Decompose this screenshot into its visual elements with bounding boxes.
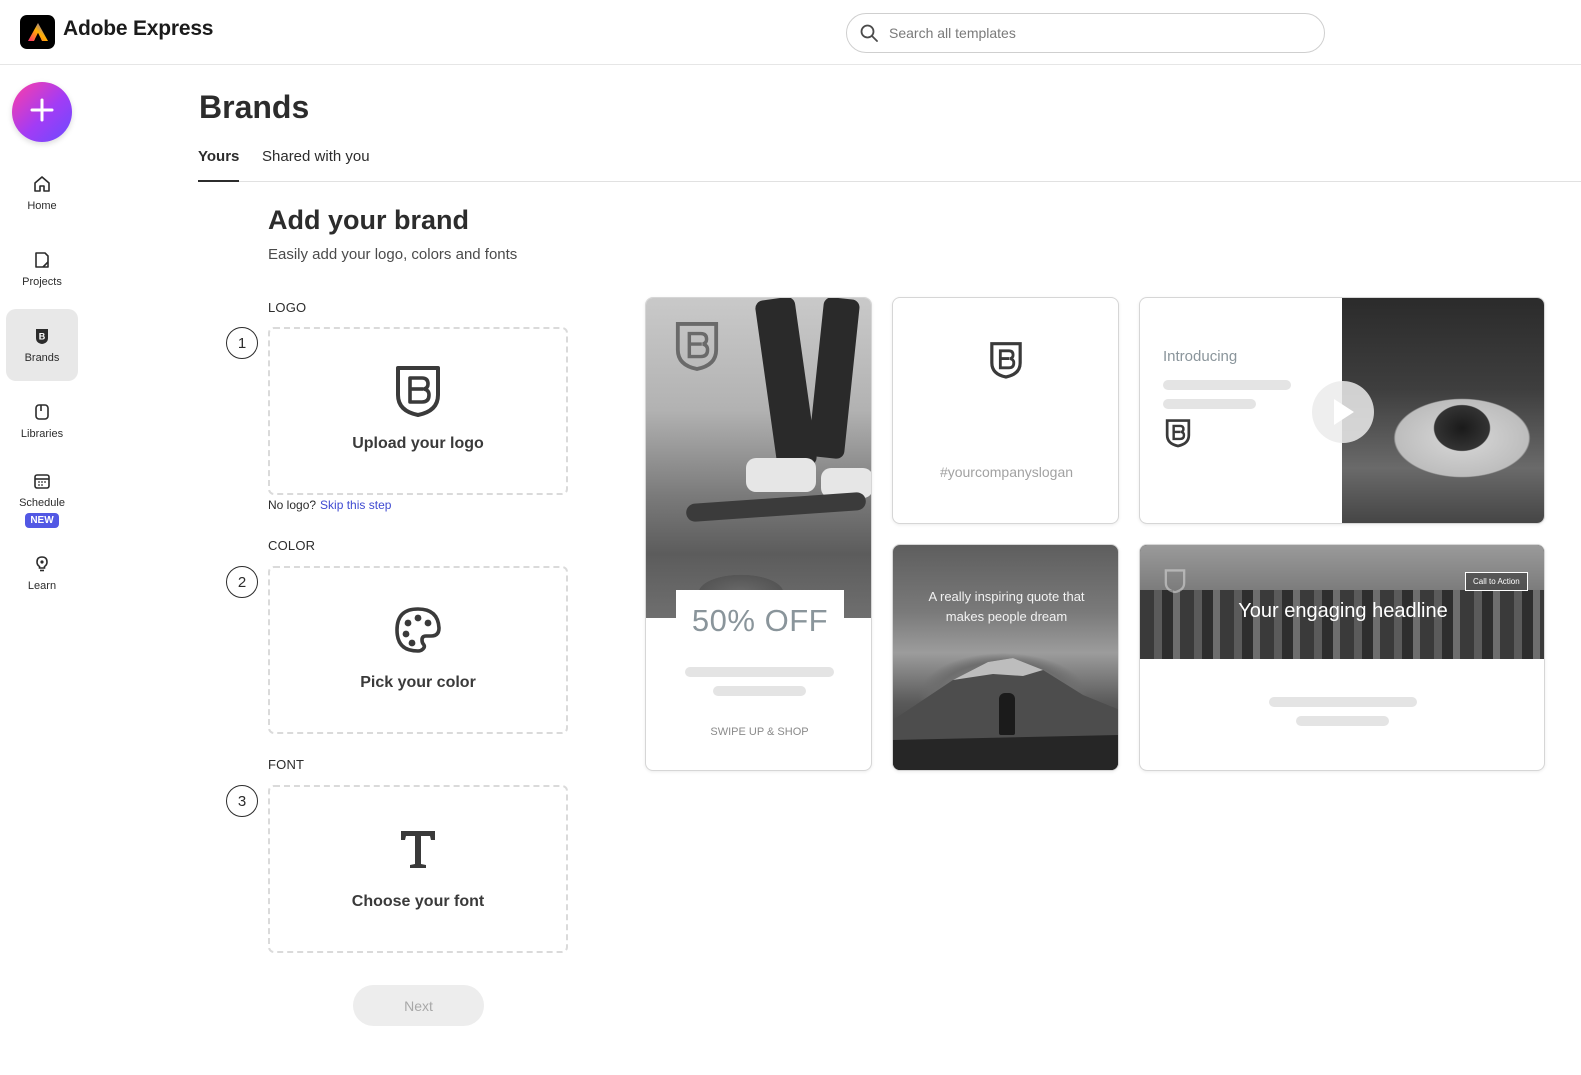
rail-item-home[interactable]: Home: [6, 157, 78, 229]
brands-icon: B: [32, 326, 52, 346]
svg-text:B: B: [39, 332, 46, 342]
step-label-color: COLOR: [268, 538, 316, 553]
step-label-font: FONT: [268, 757, 305, 772]
offer-text: 50% OFF: [691, 603, 829, 638]
step-number-3: 3: [226, 785, 258, 817]
preview-card-video: Introducing: [1139, 297, 1545, 524]
lightbulb-icon: [32, 554, 52, 574]
tab-yours[interactable]: Yours: [198, 148, 240, 182]
rail-item-projects[interactable]: Projects: [6, 233, 78, 305]
upload-logo-label: Upload your logo: [352, 435, 484, 452]
pick-color-label: Pick your color: [360, 674, 476, 691]
font-t-icon: [393, 823, 443, 875]
swipe-text: SWIPE UP & SHOP: [710, 726, 809, 738]
rail-item-label: Projects: [22, 276, 62, 288]
placeholder-line: [685, 667, 834, 677]
palette-icon: [393, 604, 443, 656]
search-input[interactable]: [889, 25, 1289, 41]
tab-shared-with-you[interactable]: Shared with you: [262, 148, 370, 180]
slogan-text: #yourcompanyslogan: [939, 464, 1074, 480]
rail-item-label: Libraries: [20, 428, 64, 440]
placeholder-line: [1269, 697, 1417, 707]
preview-card-slogan: #yourcompanyslogan: [892, 297, 1119, 524]
search-bar[interactable]: [846, 13, 1325, 53]
rail-item-brands[interactable]: B Brands: [6, 309, 78, 381]
brand-shield-icon: [674, 320, 720, 377]
headline-text: Your engaging headline: [1238, 600, 1448, 622]
step-number-1: 1: [226, 327, 258, 359]
projects-icon: [32, 250, 52, 270]
search-icon: [860, 23, 880, 43]
quote-text: A really inspiring quote that makes peop…: [928, 589, 1085, 624]
call-to-action-badge: Call to Action: [1465, 572, 1528, 591]
placeholder-line: [1163, 399, 1256, 409]
preview-card-headline: Call to Action Your engaging headline: [1139, 544, 1545, 771]
rail-item-libraries[interactable]: Libraries: [6, 385, 78, 457]
plus-icon: [30, 98, 54, 127]
placeholder-line: [1296, 716, 1389, 726]
preview-card-quote: A really inspiring quote that makes peop…: [892, 544, 1119, 771]
brand-shield-icon: [1164, 568, 1186, 599]
brand-shield-icon: [989, 341, 1023, 384]
home-icon: [32, 174, 52, 194]
upload-logo-button[interactable]: Upload your logo: [268, 327, 568, 495]
rail-item-learn[interactable]: Learn: [6, 537, 78, 609]
choose-font-button[interactable]: Choose your font: [268, 785, 568, 953]
placeholder-line: [713, 686, 806, 696]
rail-item-label: Home: [27, 200, 57, 212]
rail-item-label: Learn: [27, 580, 57, 592]
pick-color-button[interactable]: Pick your color: [268, 566, 568, 734]
play-icon: [1312, 381, 1374, 443]
hiker-figure: [999, 693, 1015, 735]
placeholder-line: [1163, 380, 1291, 390]
next-button[interactable]: Next: [353, 985, 484, 1026]
libraries-icon: [32, 402, 52, 422]
tab-bar: Yours Shared with you: [198, 140, 1581, 182]
preview-card-offer: 50% OFF SWIPE UP & SHOP: [645, 297, 872, 771]
left-rail: Home Projects B Brands Libraries Schedul…: [0, 65, 84, 1075]
calendar-icon: [32, 471, 52, 491]
brand-shield-icon: [1165, 418, 1191, 453]
page-title: Brands: [199, 89, 310, 125]
create-new-button[interactable]: [12, 82, 72, 142]
no-logo-row: No logo? Skip this step: [268, 498, 391, 512]
adobe-express-logo-icon[interactable]: [20, 15, 55, 49]
brand-shield-icon: [393, 365, 443, 417]
offer-box: 50% OFF: [676, 590, 844, 652]
introducing-text: Introducing: [1163, 348, 1238, 365]
rail-item-schedule[interactable]: Schedule NEW: [6, 457, 78, 541]
app-name: Adobe Express: [63, 17, 214, 40]
no-logo-text: No logo?: [268, 498, 317, 512]
add-brand-title: Add your brand: [268, 205, 469, 235]
step-number-2: 2: [226, 566, 258, 598]
rail-item-label: Brands: [24, 352, 60, 364]
top-bar: Adobe Express: [0, 0, 1581, 65]
choose-font-label: Choose your font: [351, 893, 485, 910]
add-brand-subtitle: Easily add your logo, colors and fonts: [268, 246, 518, 263]
step-label-logo: LOGO: [268, 300, 307, 315]
skip-step-link[interactable]: Skip this step: [320, 498, 391, 512]
rail-item-label: Schedule: [19, 496, 65, 509]
new-badge: NEW: [25, 512, 59, 528]
